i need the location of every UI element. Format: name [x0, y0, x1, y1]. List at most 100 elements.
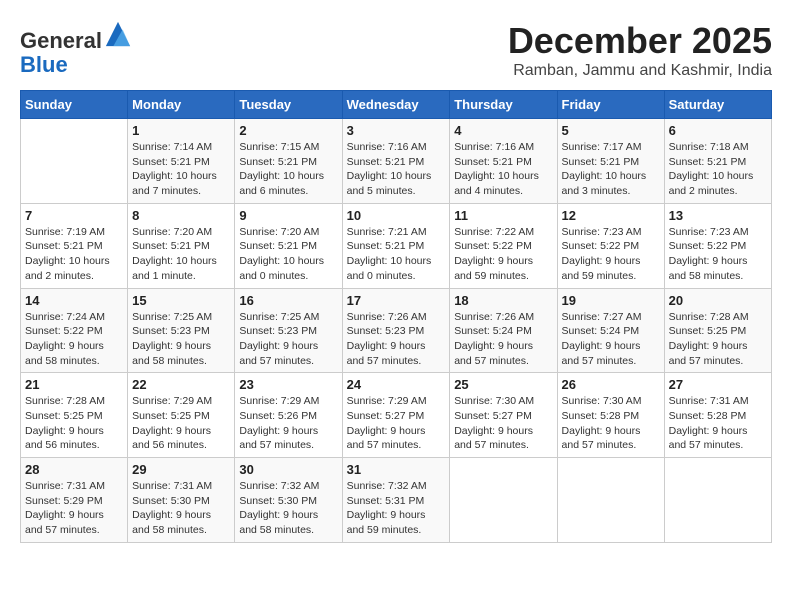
day-cell: 1 Sunrise: 7:14 AM Sunset: 5:21 PM Daylig… — [128, 119, 235, 204]
day-info: Sunrise: 7:19 AM Sunset: 5:21 PM Dayligh… — [25, 225, 123, 284]
column-header-sunday: Sunday — [21, 91, 128, 119]
calendar-body: 1 Sunrise: 7:14 AM Sunset: 5:21 PM Daylig… — [21, 119, 772, 543]
column-header-friday: Friday — [557, 91, 664, 119]
day-cell: 19Sunrise: 7:27 AM Sunset: 5:24 PM Dayli… — [557, 288, 664, 373]
day-info: Sunrise: 7:30 AM Sunset: 5:28 PM Dayligh… — [562, 394, 660, 453]
day-cell: 8 Sunrise: 7:20 AM Sunset: 5:21 PM Daylig… — [128, 203, 235, 288]
week-row: 28 Sunrise: 7:31 AM Sunset: 5:29 PM Dayli… — [21, 458, 772, 543]
day-info: Sunrise: 7:28 AM Sunset: 5:25 PM Dayligh… — [669, 310, 767, 369]
calendar-header: SundayMondayTuesdayWednesdayThursdayFrid… — [21, 91, 772, 119]
day-info: Sunrise: 7:24 AM Sunset: 5:22 PM Dayligh… — [25, 310, 123, 369]
logo-general-text: General — [20, 28, 102, 53]
day-number: 7 — [25, 208, 123, 223]
day-number: 17 — [347, 293, 446, 308]
day-info: Sunrise: 7:23 AM Sunset: 5:22 PM Dayligh… — [669, 225, 767, 284]
location-subtitle: Ramban, Jammu and Kashmir, India — [508, 62, 772, 80]
day-info: Sunrise: 7:15 AM Sunset: 5:21 PM Dayligh… — [239, 140, 337, 199]
day-number: 11 — [454, 208, 552, 223]
day-info: Sunrise: 7:18 AM Sunset: 5:21 PM Dayligh… — [669, 140, 767, 199]
day-info: Sunrise: 7:29 AM Sunset: 5:26 PM Dayligh… — [239, 394, 337, 453]
day-cell: 16 Sunrise: 7:25 AM Sunset: 5:23 PM Dayli… — [235, 288, 342, 373]
month-year-title: December 2025 — [508, 20, 772, 62]
day-number: 30 — [239, 462, 337, 477]
day-cell: 15Sunrise: 7:25 AM Sunset: 5:23 PM Dayli… — [128, 288, 235, 373]
day-info: Sunrise: 7:25 AM Sunset: 5:23 PM Dayligh… — [239, 310, 337, 369]
day-info: Sunrise: 7:28 AM Sunset: 5:25 PM Dayligh… — [25, 394, 123, 453]
day-info: Sunrise: 7:32 AM Sunset: 5:31 PM Dayligh… — [347, 479, 446, 538]
title-block: December 2025 Ramban, Jammu and Kashmir,… — [508, 20, 772, 80]
day-cell: 17 Sunrise: 7:26 AM Sunset: 5:23 PM Dayli… — [342, 288, 450, 373]
day-cell: 3 Sunrise: 7:16 AM Sunset: 5:21 PM Daylig… — [342, 119, 450, 204]
day-number: 23 — [239, 377, 337, 392]
week-row: 1 Sunrise: 7:14 AM Sunset: 5:21 PM Daylig… — [21, 119, 772, 204]
day-cell: 28 Sunrise: 7:31 AM Sunset: 5:29 PM Dayli… — [21, 458, 128, 543]
week-row: 7 Sunrise: 7:19 AM Sunset: 5:21 PM Daylig… — [21, 203, 772, 288]
page-header: General Blue December 2025 Ramban, Jammu… — [20, 20, 772, 80]
day-number: 19 — [562, 293, 660, 308]
logo-icon — [104, 20, 132, 48]
day-cell: 22 Sunrise: 7:29 AM Sunset: 5:25 PM Dayli… — [128, 373, 235, 458]
day-cell: 4 Sunrise: 7:16 AM Sunset: 5:21 PM Daylig… — [450, 119, 557, 204]
day-number: 29 — [132, 462, 230, 477]
day-info: Sunrise: 7:16 AM Sunset: 5:21 PM Dayligh… — [454, 140, 552, 199]
column-header-thursday: Thursday — [450, 91, 557, 119]
day-info: Sunrise: 7:29 AM Sunset: 5:25 PM Dayligh… — [132, 394, 230, 453]
day-number: 5 — [562, 123, 660, 138]
day-info: Sunrise: 7:25 AM Sunset: 5:23 PM Dayligh… — [132, 310, 230, 369]
day-cell: 25 Sunrise: 7:30 AM Sunset: 5:27 PM Dayli… — [450, 373, 557, 458]
day-cell: 18 Sunrise: 7:26 AM Sunset: 5:24 PM Dayli… — [450, 288, 557, 373]
day-cell: 7 Sunrise: 7:19 AM Sunset: 5:21 PM Daylig… — [21, 203, 128, 288]
logo: General Blue — [20, 20, 132, 77]
day-number: 8 — [132, 208, 230, 223]
day-number: 26 — [562, 377, 660, 392]
day-info: Sunrise: 7:21 AM Sunset: 5:21 PM Dayligh… — [347, 225, 446, 284]
day-info: Sunrise: 7:31 AM Sunset: 5:28 PM Dayligh… — [669, 394, 767, 453]
day-info: Sunrise: 7:14 AM Sunset: 5:21 PM Dayligh… — [132, 140, 230, 199]
day-number: 27 — [669, 377, 767, 392]
day-info: Sunrise: 7:16 AM Sunset: 5:21 PM Dayligh… — [347, 140, 446, 199]
day-cell: 6Sunrise: 7:18 AM Sunset: 5:21 PM Daylig… — [664, 119, 771, 204]
day-info: Sunrise: 7:22 AM Sunset: 5:22 PM Dayligh… — [454, 225, 552, 284]
day-cell: 21 Sunrise: 7:28 AM Sunset: 5:25 PM Dayli… — [21, 373, 128, 458]
day-cell: 13 Sunrise: 7:23 AM Sunset: 5:22 PM Dayli… — [664, 203, 771, 288]
day-number: 13 — [669, 208, 767, 223]
day-cell: 10Sunrise: 7:21 AM Sunset: 5:21 PM Dayli… — [342, 203, 450, 288]
day-info: Sunrise: 7:26 AM Sunset: 5:24 PM Dayligh… — [454, 310, 552, 369]
day-info: Sunrise: 7:31 AM Sunset: 5:29 PM Dayligh… — [25, 479, 123, 538]
day-cell: 23 Sunrise: 7:29 AM Sunset: 5:26 PM Dayli… — [235, 373, 342, 458]
day-cell: 12 Sunrise: 7:23 AM Sunset: 5:22 PM Dayli… — [557, 203, 664, 288]
day-cell — [21, 119, 128, 204]
logo-blue-text: Blue — [20, 52, 68, 77]
day-cell: 30Sunrise: 7:32 AM Sunset: 5:30 PM Dayli… — [235, 458, 342, 543]
day-cell: 29Sunrise: 7:31 AM Sunset: 5:30 PM Dayli… — [128, 458, 235, 543]
day-number: 3 — [347, 123, 446, 138]
week-row: 21 Sunrise: 7:28 AM Sunset: 5:25 PM Dayli… — [21, 373, 772, 458]
day-number: 12 — [562, 208, 660, 223]
day-info: Sunrise: 7:26 AM Sunset: 5:23 PM Dayligh… — [347, 310, 446, 369]
day-cell: 14Sunrise: 7:24 AM Sunset: 5:22 PM Dayli… — [21, 288, 128, 373]
column-header-monday: Monday — [128, 91, 235, 119]
day-number: 16 — [239, 293, 337, 308]
day-number: 28 — [25, 462, 123, 477]
day-number: 21 — [25, 377, 123, 392]
day-info: Sunrise: 7:30 AM Sunset: 5:27 PM Dayligh… — [454, 394, 552, 453]
day-number: 4 — [454, 123, 552, 138]
column-header-wednesday: Wednesday — [342, 91, 450, 119]
day-number: 20 — [669, 293, 767, 308]
day-cell: 20 Sunrise: 7:28 AM Sunset: 5:25 PM Dayli… — [664, 288, 771, 373]
day-number: 18 — [454, 293, 552, 308]
day-cell: 24Sunrise: 7:29 AM Sunset: 5:27 PM Dayli… — [342, 373, 450, 458]
day-number: 31 — [347, 462, 446, 477]
day-cell: 9Sunrise: 7:20 AM Sunset: 5:21 PM Daylig… — [235, 203, 342, 288]
day-info: Sunrise: 7:23 AM Sunset: 5:22 PM Dayligh… — [562, 225, 660, 284]
day-cell: 27 Sunrise: 7:31 AM Sunset: 5:28 PM Dayli… — [664, 373, 771, 458]
day-cell: 11 Sunrise: 7:22 AM Sunset: 5:22 PM Dayli… — [450, 203, 557, 288]
day-info: Sunrise: 7:20 AM Sunset: 5:21 PM Dayligh… — [132, 225, 230, 284]
day-cell: 26 Sunrise: 7:30 AM Sunset: 5:28 PM Dayli… — [557, 373, 664, 458]
day-info: Sunrise: 7:17 AM Sunset: 5:21 PM Dayligh… — [562, 140, 660, 199]
day-number: 1 — [132, 123, 230, 138]
day-number: 22 — [132, 377, 230, 392]
day-number: 2 — [239, 123, 337, 138]
day-number: 25 — [454, 377, 552, 392]
day-cell: 5 Sunrise: 7:17 AM Sunset: 5:21 PM Daylig… — [557, 119, 664, 204]
